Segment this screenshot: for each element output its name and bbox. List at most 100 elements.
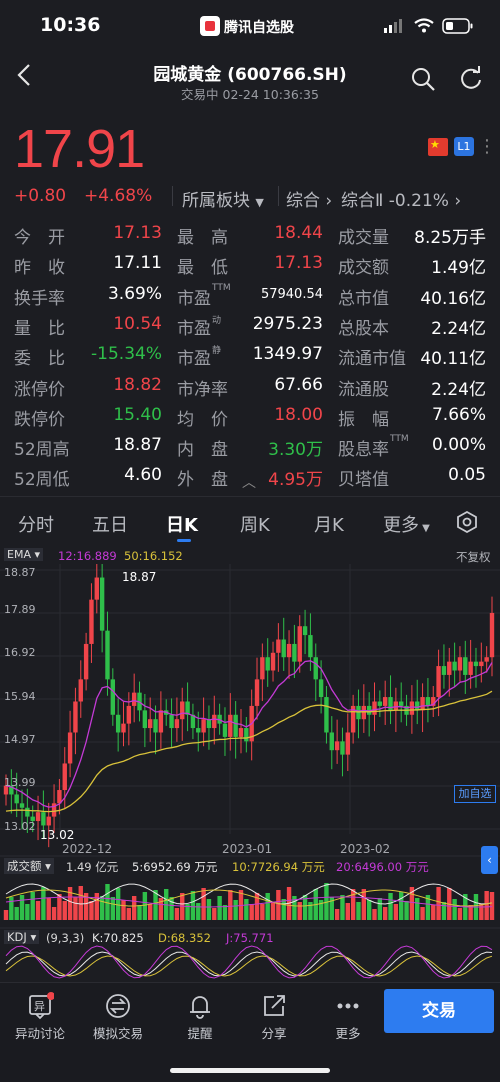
volume-bar — [126, 908, 132, 920]
refresh-icon[interactable] — [458, 66, 484, 92]
restore-right-toggle[interactable]: 不复权 — [456, 549, 491, 565]
discussion-icon: 异 — [29, 992, 54, 1020]
home-indicator — [170, 1068, 330, 1073]
volume-bar — [131, 896, 137, 920]
quote-label: 流通股 — [338, 379, 389, 400]
candle-body — [361, 705, 367, 720]
chevron-right-icon: › — [454, 191, 462, 211]
candle-body — [457, 657, 463, 671]
candle-body — [345, 732, 351, 755]
volume-bar — [340, 895, 345, 920]
status-time: 10:36 — [40, 14, 101, 36]
volume-bar — [489, 892, 495, 920]
quote-label: 市净率 — [177, 379, 228, 400]
volume-bar — [89, 901, 94, 920]
kdj-dropdown[interactable]: KDJ ▾ — [4, 930, 40, 944]
volume-bar — [249, 904, 254, 920]
quote-value: 67.66 — [274, 374, 323, 395]
add-watchlist-button[interactable]: 加自选 — [454, 785, 496, 803]
y-tick: 18.87 — [4, 566, 36, 579]
tab-intraday[interactable]: 分时 — [18, 511, 54, 537]
kdj-k: K:70.825 — [92, 931, 144, 945]
x-tick: 2023-02 — [340, 842, 391, 856]
search-icon[interactable] — [410, 66, 436, 92]
quote-value: 2975.23 — [252, 313, 323, 334]
volume-bar — [276, 890, 281, 920]
candle-body — [265, 657, 270, 671]
quote-value: 4.60 — [124, 465, 162, 486]
quote-value: 15.40 — [113, 404, 162, 425]
candle-body — [174, 719, 180, 729]
kdj-params: (9,3,3) — [46, 931, 85, 945]
candle-body — [115, 714, 121, 733]
volume-bar — [19, 895, 25, 920]
volume-bar — [270, 902, 276, 920]
volume-bar — [441, 902, 447, 920]
quote-value: 18.00 — [274, 404, 323, 425]
ema12-value: 12:16.889 — [58, 549, 117, 563]
quote-label: 总市值 — [338, 288, 389, 309]
candle-body — [83, 643, 89, 680]
candle-body — [340, 741, 345, 755]
quote-value: 2.24亿 — [431, 379, 486, 400]
volume-bar — [377, 898, 383, 920]
candle-body — [212, 714, 217, 729]
quote-label: 换手率 — [14, 288, 65, 309]
candle-body — [158, 710, 164, 733]
l1-badge[interactable]: L1 — [454, 137, 474, 156]
battery-icon — [442, 18, 473, 34]
quote-label: 昨 收 — [14, 258, 65, 279]
caret-down-icon: ▼ — [419, 523, 430, 534]
tab-more[interactable]: 更多 ▼ — [383, 511, 430, 537]
quote-value: 18.44 — [274, 223, 323, 243]
quote-label: 最 高 — [177, 228, 228, 248]
trade-button[interactable]: 交易 — [384, 989, 494, 1033]
quote-label: 52周高 — [14, 440, 70, 461]
tab-daily-k[interactable]: 日K — [166, 511, 198, 537]
volume-bar — [196, 903, 201, 920]
composite-ii-link[interactable]: 综合Ⅱ -0.21% › — [341, 186, 461, 211]
more-dots-icon[interactable]: ⋮ — [478, 136, 496, 157]
volume-bar — [372, 909, 377, 920]
candle-body — [468, 661, 473, 675]
tab-five-day[interactable]: 五日 — [92, 511, 128, 537]
chevron-right-icon: › — [325, 191, 333, 211]
kdj-j: J:75.771 — [226, 931, 274, 945]
y-tick: 13.99 — [4, 776, 36, 789]
quote-label: 振 幅 — [338, 409, 389, 430]
expand-chart-button[interactable]: ‹ — [481, 846, 498, 874]
collapse-chevron-icon[interactable]: ︿ — [242, 472, 256, 492]
kdj-legend: KDJ ▾ (9,3,3) K:70.825 D:68.352 J:75.771 — [0, 930, 500, 947]
kline-chart[interactable] — [0, 564, 500, 982]
volume-bar — [457, 908, 463, 920]
composite-link[interactable]: 综合 › — [286, 186, 332, 211]
nav-label: 分享 — [261, 1026, 287, 1041]
ema-dropdown[interactable]: EMA ▾ — [4, 548, 43, 561]
candle-body — [244, 728, 249, 742]
candle-body — [222, 723, 228, 737]
quote-label: 成交额 — [338, 258, 389, 279]
candle-body — [399, 701, 404, 706]
quote-value: 8.25万手 — [414, 228, 486, 248]
quote-label: 成交量 — [338, 228, 389, 248]
settings-icon[interactable] — [456, 511, 478, 533]
ema50-line — [5, 690, 493, 813]
volume-bar — [41, 887, 46, 920]
quote-label: 内 盘 — [177, 440, 228, 461]
candle-body — [313, 657, 318, 680]
volume-bar — [436, 887, 441, 920]
volume-bar — [399, 892, 404, 920]
candle-body — [489, 612, 495, 658]
candle-body — [201, 719, 206, 733]
candle-body — [393, 701, 399, 711]
tab-monthly-k[interactable]: 月K — [314, 511, 344, 537]
tab-weekly-k[interactable]: 周K — [240, 511, 270, 537]
sector-label: 所属板块 — [182, 191, 250, 211]
sector-dropdown[interactable]: 所属板块 ▼ — [182, 186, 264, 211]
nav-label: 异动讨论 — [14, 1026, 65, 1041]
volume-label: 成交额 — [7, 859, 42, 873]
volume-dropdown[interactable]: 成交额 ▾ — [4, 858, 54, 874]
volume-bar — [94, 893, 99, 920]
y-tick: 15.94 — [4, 690, 36, 703]
kdj-label: KDJ — [7, 930, 27, 944]
